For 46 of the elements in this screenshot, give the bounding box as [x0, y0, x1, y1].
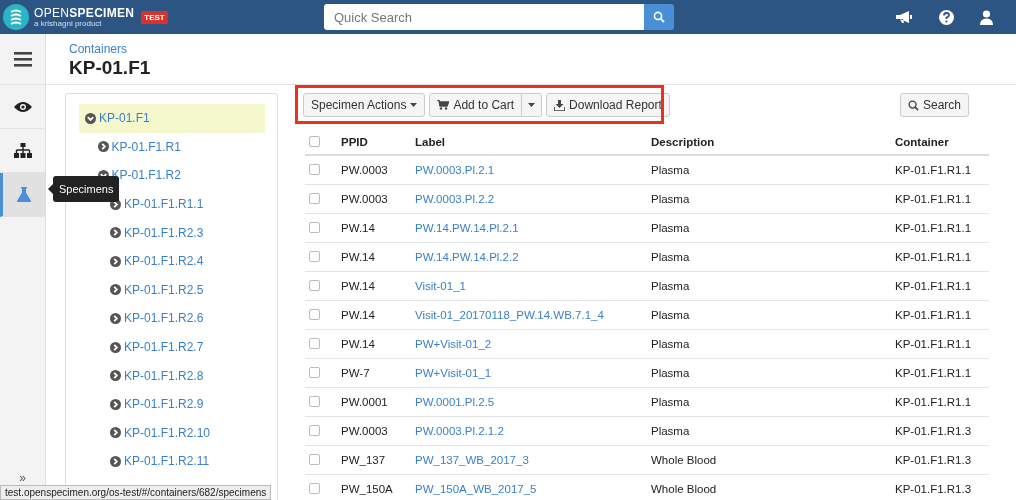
tooltip: Specimens — [48, 176, 120, 202]
table-cell: PW.14 — [341, 242, 415, 272]
table-cell: KP-01.F1.R1.1 — [895, 300, 989, 330]
table-cell: KP-01.F1.R1.1 — [895, 155, 989, 185]
table-cell: Plasma — [651, 184, 895, 214]
table-cell: Plasma — [651, 271, 895, 301]
table-cell: Whole Blood — [651, 474, 895, 500]
table-cell: Plasma — [651, 155, 895, 185]
table-cell: Plasma — [651, 300, 895, 330]
table-cell: PW.0003 — [341, 416, 415, 446]
table-cell: PW.0003 — [341, 184, 415, 214]
environment-badge: TEST — [141, 10, 168, 24]
table-cell: KP-01.F1.R1.3 — [895, 474, 989, 500]
table-cell: PW.0001 — [341, 387, 415, 417]
tagline: a krishagni product — [34, 19, 103, 28]
column-header: PPID — [341, 130, 415, 155]
table-cell: Plasma — [651, 416, 895, 446]
table-cell: PW-7 — [341, 358, 415, 388]
table-cell: PW.14 — [341, 300, 415, 330]
brand-name: OPENSPECIMEN — [34, 6, 135, 19]
table-cell: PW.14 — [341, 271, 415, 301]
table-cell: Plasma — [651, 213, 895, 243]
table-cell: Plasma — [651, 387, 895, 417]
table-cell: Plasma — [651, 242, 895, 272]
table-cell: Plasma — [651, 358, 895, 388]
column-header: Label — [415, 130, 651, 155]
table-cell: KP-01.F1.R1.1 — [895, 213, 989, 243]
table-cell: KP-01.F1.R1.1 — [895, 329, 989, 359]
table-cell: PW.14 — [341, 213, 415, 243]
table-cell: PW.0003 — [341, 155, 415, 185]
column-header: Container — [895, 130, 989, 155]
table-cell: KP-01.F1.R1.3 — [895, 445, 989, 475]
table-cell: KP-01.F1.R1.1 — [895, 358, 989, 388]
table-cell: PW_137 — [341, 445, 415, 475]
table-cell: Whole Blood — [651, 445, 895, 475]
table-cell: Plasma — [651, 329, 895, 359]
column-header: Description — [651, 130, 895, 155]
page-title: KP-01.F1 — [69, 57, 152, 79]
table-cell: PW_150A — [341, 474, 415, 500]
table-cell: KP-01.F1.R1.1 — [895, 184, 989, 214]
table-cell: PW.14 — [341, 329, 415, 359]
status-url: test.openspecimen.org/os-test/#/containers/682/specimens — [0, 485, 272, 500]
table-cell: KP-01.F1.R1.1 — [895, 242, 989, 272]
table-cell: KP-01.F1.R1.1 — [895, 271, 989, 301]
table-cell: KP-01.F1.R1.3 — [895, 416, 989, 446]
table-cell: KP-01.F1.R1.1 — [895, 387, 989, 417]
